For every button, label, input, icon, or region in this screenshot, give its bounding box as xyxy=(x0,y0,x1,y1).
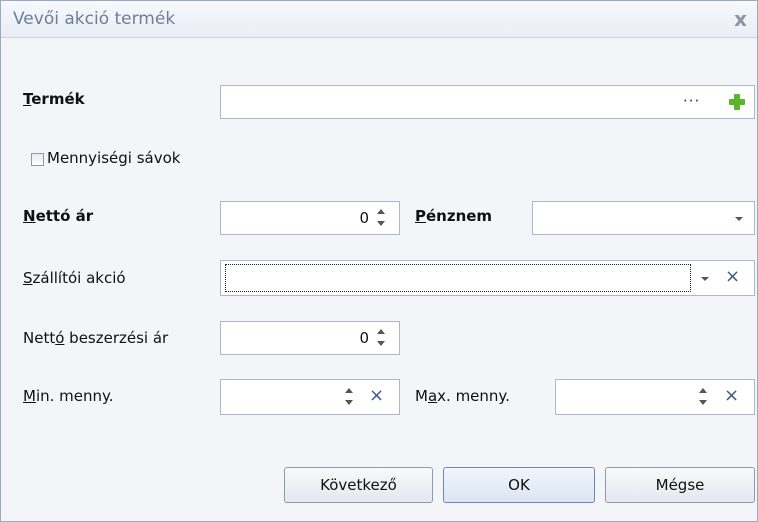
ok-button[interactable]: OK xyxy=(443,467,595,503)
plus-icon[interactable] xyxy=(728,93,746,111)
mennyisegi-checkbox[interactable] xyxy=(31,153,44,166)
cancel-button[interactable]: Mégse xyxy=(605,467,755,503)
penznem-select[interactable] xyxy=(532,201,755,235)
netto-ar-label: Nettó ár xyxy=(23,207,94,225)
spin-icon[interactable] xyxy=(375,327,387,349)
window-title: Vevői akció termék xyxy=(13,9,176,29)
max-label: Max. menny. xyxy=(415,387,510,405)
spin-icon[interactable] xyxy=(375,207,387,229)
chevron-down-icon[interactable] xyxy=(701,277,709,281)
chevron-down-icon[interactable] xyxy=(735,217,743,221)
next-button[interactable]: Következő xyxy=(284,467,433,503)
beszerzesi-field[interactable]: 0 xyxy=(220,321,400,355)
clear-icon[interactable]: × xyxy=(369,385,384,406)
mennyisegi-label: Mennyiségi sávok xyxy=(47,149,181,167)
min-field[interactable]: × xyxy=(220,379,400,415)
netto-ar-field[interactable]: 0 xyxy=(220,201,400,235)
beszerzesi-label: Nettó beszerzési ár xyxy=(23,329,169,347)
focus-rectangle xyxy=(225,264,691,292)
szallitoi-select[interactable]: × xyxy=(220,260,755,296)
ellipsis-icon[interactable]: ··· xyxy=(683,92,700,110)
termek-field[interactable]: ··· xyxy=(220,85,755,119)
penznem-label: Pénznem xyxy=(415,207,493,225)
clear-icon[interactable]: × xyxy=(725,266,740,287)
min-label: Min. menny. xyxy=(23,387,114,405)
clear-icon[interactable]: × xyxy=(724,385,739,406)
max-field[interactable]: × xyxy=(555,379,755,415)
termek-label: Termék xyxy=(23,90,85,108)
title-bar: Vevői akció termék x xyxy=(1,1,757,38)
close-icon[interactable]: x xyxy=(734,7,747,31)
spin-icon[interactable] xyxy=(697,386,709,408)
spin-icon[interactable] xyxy=(343,386,355,408)
szallitoi-label: Szállítói akció xyxy=(23,269,126,287)
dialog: Vevői akció termék x Termék ··· Mennyisé… xyxy=(0,0,758,522)
